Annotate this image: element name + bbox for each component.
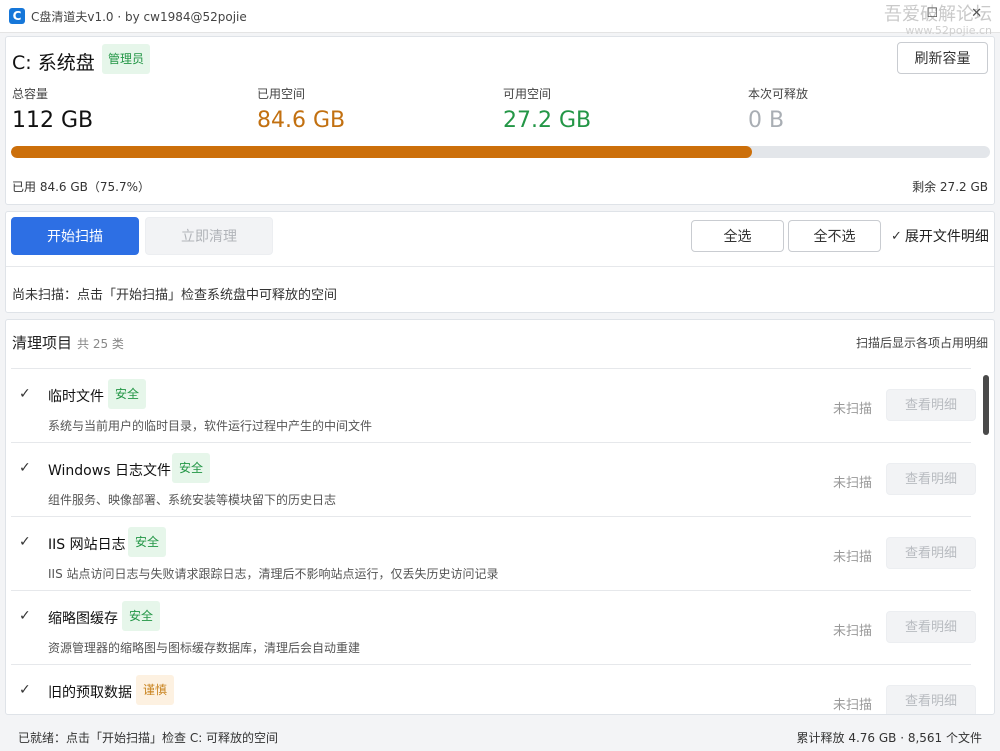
item-scan-status: 未扫描 (833, 624, 873, 639)
safety-badge: 安全 (172, 453, 211, 483)
scan-status-text: 尚未扫描：点击「开始扫描」检查系统盘中可释放的空间 (12, 288, 338, 303)
clean-now-button[interactable]: 立即清理 (145, 217, 273, 255)
list-item: ✓ 缩略图缓存 安全 资源管理器的缩略图与图标缓存数据库，清理后会自动重建 未扫… (11, 590, 976, 664)
status-message: 已就绪：点击「开始扫描」检查 C: 可释放的空间 (18, 731, 279, 745)
close-icon[interactable]: ✕ (971, 6, 982, 21)
stat-total-value: 112 GB (12, 108, 94, 133)
actions-panel: 开始扫描 立即清理 全选 全不选 ✓ 展开文件明细 尚未扫描：点击「开始扫描」检… (5, 211, 995, 313)
check-icon[interactable]: ✓ (19, 682, 31, 698)
check-icon: ✓ (891, 228, 902, 244)
cleanup-items: ✓ 临时文件 安全 系统与当前用户的临时目录，软件运行过程中产生的中间文件 未扫… (11, 368, 976, 714)
start-scan-button[interactable]: 开始扫描 (11, 217, 139, 255)
disk-usage-fill (11, 146, 753, 158)
expand-details-label: 展开文件明细 (904, 229, 989, 245)
admin-badge: 管理员 (102, 44, 151, 74)
check-icon[interactable]: ✓ (19, 534, 31, 550)
safety-badge: 安全 (122, 601, 161, 631)
list-scrollbar[interactable] (983, 375, 989, 435)
item-description: 资源管理器的缩略图与图标缓存数据库，清理后会自动重建 (48, 641, 361, 655)
list-item: ✓ 旧的预取数据 谨慎 未扫描 查看明细 (11, 664, 976, 714)
used-summary: 已用 84.6 GB（75.7%） (12, 180, 151, 194)
list-item: ✓ 临时文件 安全 系统与当前用户的临时目录，软件运行过程中产生的中间文件 未扫… (11, 368, 976, 442)
divider (6, 266, 994, 267)
item-description: IIS 站点访问日志与失败请求跟踪日志，清理后不影响站点运行，仅丢失历史访问记录 (48, 567, 499, 581)
item-scan-status: 未扫描 (833, 698, 873, 713)
item-scan-status: 未扫描 (833, 476, 873, 491)
window-title: C盘清道夫v1.0 · by cw1984@52pojie (31, 9, 247, 24)
disk-usage-bar (11, 146, 990, 158)
item-scan-status: 未扫描 (833, 402, 873, 417)
list-title: 清理项目 (12, 334, 73, 352)
view-details-button[interactable]: 查看明细 (886, 537, 976, 569)
view-details-button[interactable]: 查看明细 (886, 463, 976, 495)
expand-details-checkbox[interactable]: ✓ 展开文件明细 (891, 226, 989, 246)
maximize-icon[interactable]: ☐ (926, 6, 938, 21)
item-name: 临时文件 (48, 389, 104, 405)
stat-used-value: 84.6 GB (257, 108, 346, 133)
check-icon[interactable]: ✓ (19, 386, 31, 402)
check-icon[interactable]: ✓ (19, 460, 31, 476)
stat-releasable-value: 0 B (748, 108, 785, 133)
cleanup-list-panel: 清理项目 共 25 类 扫描后显示各项占用明细 ✓ 临时文件 安全 系统与当前用… (5, 319, 995, 715)
stat-free-value: 27.2 GB (503, 108, 592, 133)
stat-free-label: 可用空间 (503, 87, 552, 101)
disk-title: C: 系统盘 (12, 52, 95, 74)
safety-badge: 安全 (108, 379, 147, 409)
item-description: 系统与当前用户的临时目录，软件运行过程中产生的中间文件 (48, 419, 373, 433)
list-count: 共 25 类 (77, 337, 124, 351)
item-name: 旧的预取数据 (48, 685, 132, 701)
list-item: ✓ IIS 网站日志 安全 IIS 站点访问日志与失败请求跟踪日志，清理后不影响… (11, 516, 976, 590)
stat-used-label: 已用空间 (257, 87, 306, 101)
cumulative-released: 累计释放 4.76 GB · 8,561 个文件 (796, 731, 983, 745)
view-details-button[interactable]: 查看明细 (886, 611, 976, 643)
title-bar: C C盘清道夫v1.0 · by cw1984@52pojie 吾爱破解论坛 w… (0, 0, 1000, 37)
view-details-button[interactable]: 查看明细 (886, 685, 976, 714)
select-none-button[interactable]: 全不选 (788, 220, 881, 252)
refresh-capacity-button[interactable]: 刷新容量 (897, 42, 988, 74)
safety-badge: 安全 (128, 527, 167, 557)
select-all-button[interactable]: 全选 (691, 220, 784, 252)
list-hint: 扫描后显示各项占用明细 (855, 336, 988, 350)
stat-releasable-label: 本次可释放 (748, 87, 809, 101)
check-icon[interactable]: ✓ (19, 608, 31, 624)
disk-panel: C: 系统盘 管理员 刷新容量 总容量 112 GB 已用空间 84.6 GB … (5, 36, 995, 205)
item-name: Windows 日志文件 (48, 463, 171, 479)
stat-total-label: 总容量 (12, 87, 49, 101)
list-item: ✓ Windows 日志文件 安全 组件服务、映像部署、系统安装等模块留下的历史… (11, 442, 976, 516)
safety-badge: 谨慎 (136, 675, 175, 705)
free-summary: 剩余 27.2 GB (912, 180, 988, 194)
item-name: 缩略图缓存 (48, 611, 118, 627)
app-icon: C (9, 8, 25, 24)
item-name: IIS 网站日志 (48, 537, 126, 553)
status-bar: 已就绪：点击「开始扫描」检查 C: 可释放的空间 累计释放 4.76 GB · … (0, 718, 1000, 751)
view-details-button[interactable]: 查看明细 (886, 389, 976, 421)
item-scan-status: 未扫描 (833, 550, 873, 565)
item-description: 组件服务、映像部署、系统安装等模块留下的历史日志 (48, 493, 337, 507)
